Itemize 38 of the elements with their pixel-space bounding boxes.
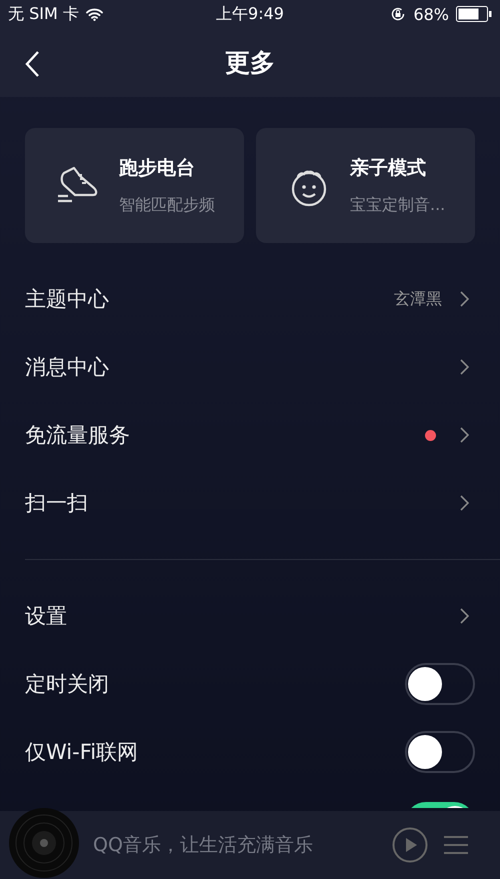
clock-text: 上午9:49: [216, 4, 284, 24]
rotation-lock-icon: [390, 6, 406, 22]
row-label: 仅Wi-Fi联网: [25, 739, 138, 766]
chevron-icon: [460, 291, 469, 307]
row-label: 设置: [25, 603, 67, 630]
menu-row[interactable]: 主题中心 玄潭黑: [25, 265, 475, 333]
row-label: 定时关闭: [25, 671, 109, 698]
row-label: 主题中心: [25, 286, 109, 313]
menu-row[interactable]: 消息中心: [25, 333, 475, 401]
play-button-icon[interactable]: [392, 827, 428, 863]
card-subtitle: 智能匹配步频: [119, 195, 215, 216]
card-title: 跑步电台: [119, 156, 196, 181]
menu-row[interactable]: 免流量服务: [25, 401, 475, 469]
card-title: 亲子模式: [350, 156, 427, 181]
toggle-row[interactable]: 定时关闭: [25, 650, 475, 718]
toggle-switch[interactable]: [405, 731, 475, 773]
card-subtitle: 宝宝定制音...: [350, 195, 446, 216]
chevron-icon: [460, 495, 469, 511]
player-text: QQ音乐，让生活充满音乐: [93, 833, 314, 858]
chevron-icon: [460, 427, 469, 443]
battery-icon: [456, 6, 492, 22]
row-value: 玄潭黑: [394, 288, 442, 310]
carrier-text: 无 SIM 卡: [8, 4, 79, 24]
wifi-icon: [86, 8, 103, 20]
feature-card[interactable]: 亲子模式 宝宝定制音...: [256, 128, 475, 243]
battery-percent: 68%: [413, 4, 449, 24]
menu-row[interactable]: 扫一扫: [25, 469, 475, 537]
row-label: 扫一扫: [25, 490, 88, 517]
feature-card[interactable]: 跑步电台 智能匹配步频: [25, 128, 244, 243]
playlist-icon[interactable]: [442, 834, 470, 856]
menu-row[interactable]: 设置: [25, 582, 475, 650]
row-label: 免流量服务: [25, 422, 130, 449]
row-label: 消息中心: [25, 354, 109, 381]
toggle-switch[interactable]: [405, 663, 475, 705]
toggle-row[interactable]: 仅Wi-Fi联网: [25, 718, 475, 786]
chevron-icon: [460, 608, 469, 624]
chevron-icon: [460, 359, 469, 375]
page-title: 更多: [225, 47, 275, 79]
